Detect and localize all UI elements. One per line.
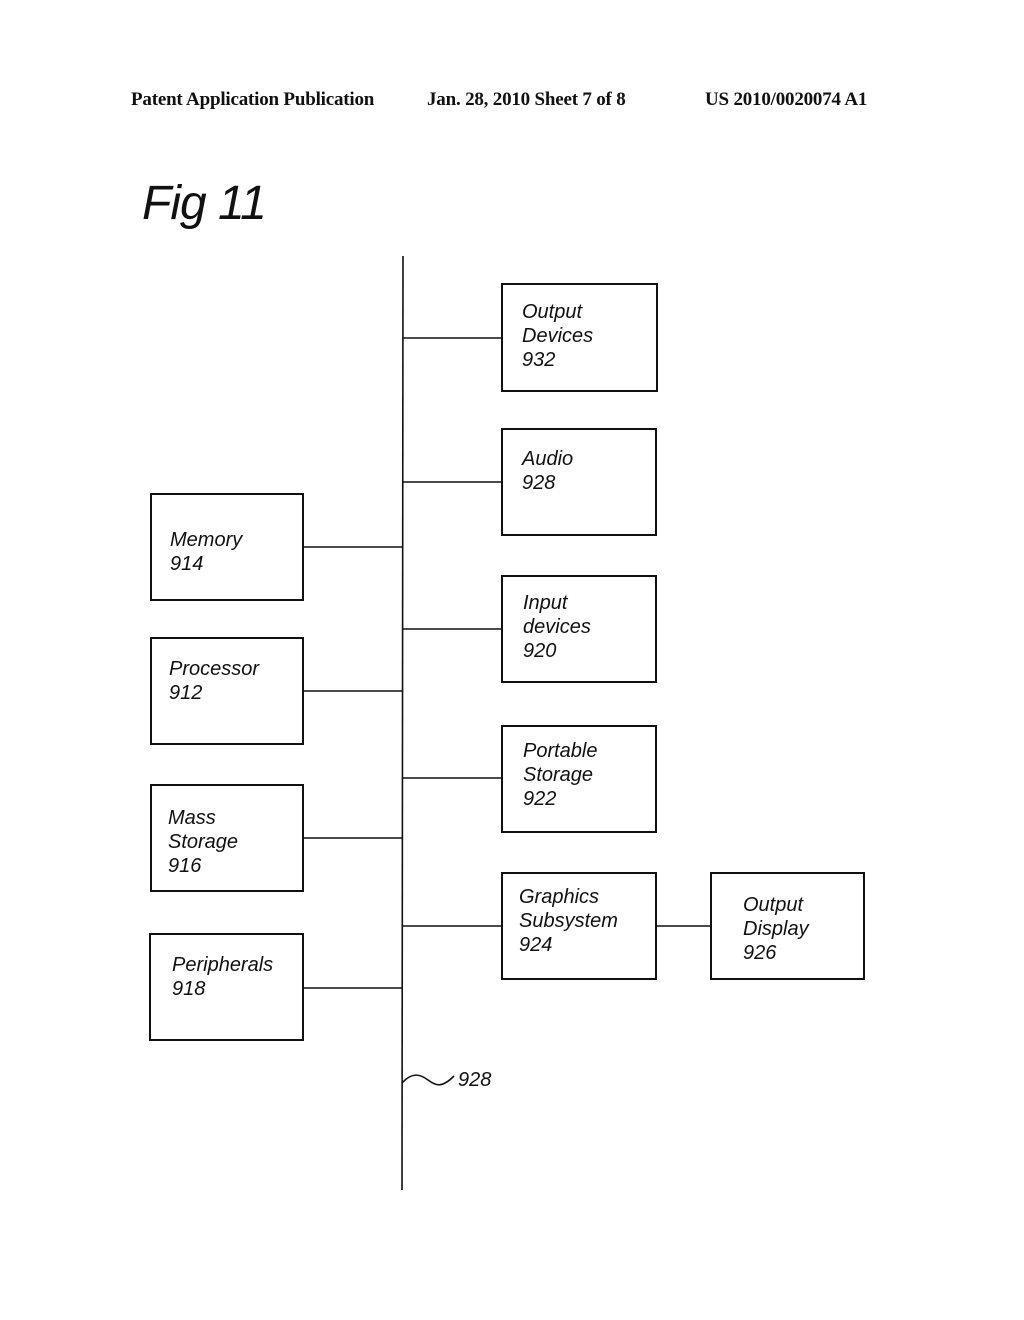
output-devices-block: OutputDevices932 xyxy=(403,283,658,392)
bus-leader-squiggle xyxy=(401,1074,455,1086)
audio-label-line: 928 xyxy=(522,472,555,494)
output-display-label-line: Display xyxy=(743,918,810,940)
peripherals-label-line: Peripherals xyxy=(172,954,273,976)
portable-storage-label-line: Storage xyxy=(523,764,593,786)
memory-label-line: 914 xyxy=(170,553,203,575)
mass-storage-label-line: Mass xyxy=(168,807,216,829)
output-devices-label-line: Output xyxy=(522,301,583,323)
mass-storage-label-line: Storage xyxy=(168,831,238,853)
block-diagram: 928 Memory914Processor912MassStorage916P… xyxy=(149,255,865,1191)
input-devices-block: Inputdevices920 xyxy=(403,575,657,683)
output-devices-label-line: 932 xyxy=(522,349,555,371)
input-devices-label-line: Input xyxy=(523,592,569,614)
system-bus xyxy=(401,255,404,1191)
input-devices-label-line: 920 xyxy=(523,640,556,662)
output-display-label-line: 926 xyxy=(743,942,777,964)
memory-block: Memory914 xyxy=(150,493,403,601)
graphics-subsystem-label-line: Subsystem xyxy=(519,910,618,932)
output-display-block: OutputDisplay926 xyxy=(656,872,865,980)
graphics-subsystem-label-line: 924 xyxy=(519,934,552,956)
portable-storage-label-line: 922 xyxy=(523,788,556,810)
input-devices-label-line: devices xyxy=(523,616,591,638)
processor-label-line: Processor xyxy=(169,658,260,680)
graphics-subsystem-block: GraphicsSubsystem924 xyxy=(403,872,657,980)
audio-block: Audio928 xyxy=(403,428,657,536)
portable-storage-label-line: Portable xyxy=(523,740,598,762)
output-display-label-line: Output xyxy=(743,894,804,916)
graphics-subsystem-label-line: Graphics xyxy=(519,886,599,908)
mass-storage-label-line: 916 xyxy=(168,855,202,877)
portable-storage-block: PortableStorage922 xyxy=(403,725,657,833)
peripherals-block: Peripherals918 xyxy=(149,933,403,1041)
output-devices-label-line: Devices xyxy=(522,325,593,347)
audio-label-line: Audio xyxy=(521,448,573,470)
processor-block: Processor912 xyxy=(150,637,403,745)
memory-label-line: Memory xyxy=(170,529,243,551)
peripherals-label-line: 918 xyxy=(172,978,205,1000)
bus-label: 928 xyxy=(458,1069,491,1091)
mass-storage-block: MassStorage916 xyxy=(150,784,403,892)
processor-label-line: 912 xyxy=(169,682,202,704)
